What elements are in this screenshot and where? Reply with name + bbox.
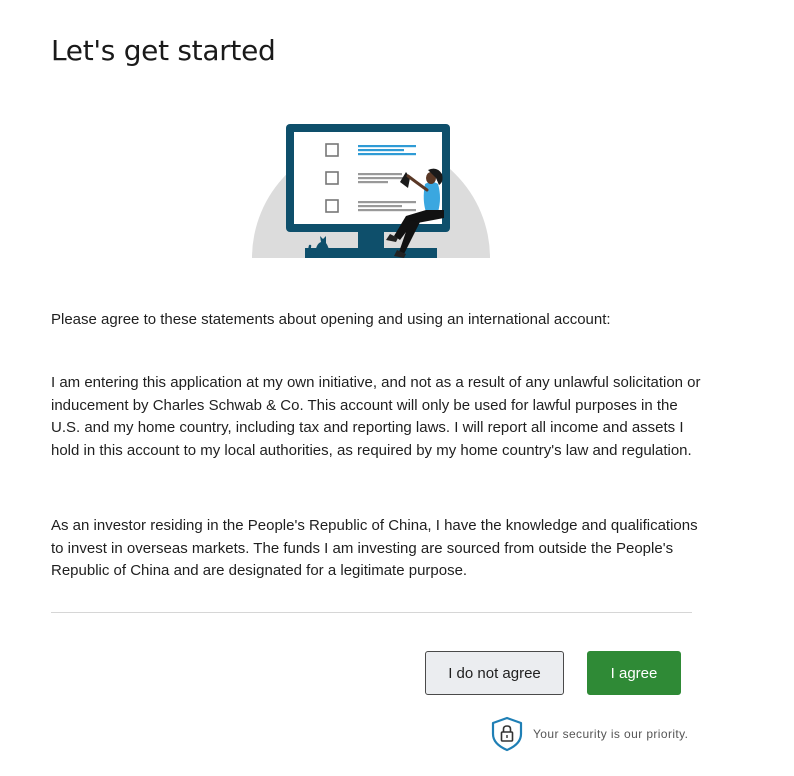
security-text: Your security is our priority.	[533, 727, 689, 741]
security-note: Your security is our priority.	[490, 716, 688, 752]
intro-text: Please agree to these statements about o…	[51, 311, 611, 328]
statement-initiative: I am entering this application at my own…	[51, 374, 701, 459]
agree-button[interactable]: I agree	[587, 651, 681, 695]
checklist-illustration	[252, 124, 490, 258]
disagree-button[interactable]: I do not agree	[425, 651, 564, 695]
statement-investor: As an investor residing in the People's …	[51, 517, 698, 580]
page-title: Let's get started	[51, 34, 276, 67]
shield-lock-icon	[491, 716, 523, 752]
divider	[51, 612, 692, 613]
